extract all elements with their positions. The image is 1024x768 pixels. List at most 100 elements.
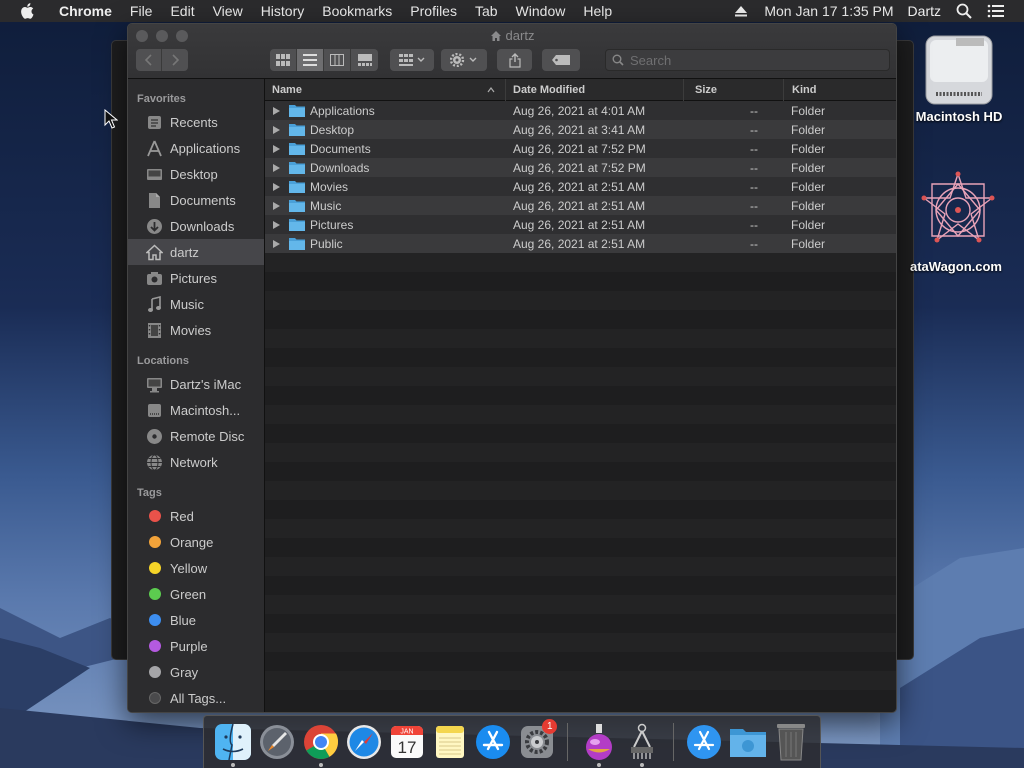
desktop-icon-label: ataWagon.com	[910, 259, 1002, 274]
menu-bookmarks[interactable]: Bookmarks	[313, 3, 401, 19]
column-header-kind[interactable]: Kind	[784, 79, 896, 101]
menu-view[interactable]: View	[204, 3, 252, 19]
sidebar-tag-purple[interactable]: Purple	[128, 633, 264, 659]
forward-button[interactable]	[162, 49, 188, 71]
disclosure-triangle-icon[interactable]	[273, 144, 280, 153]
dock-launchpad[interactable]	[258, 723, 296, 761]
sidebar-tag-orange[interactable]: Orange	[128, 529, 264, 555]
notification-center-icon[interactable]	[987, 3, 1005, 19]
sidebar-tag-gray[interactable]: Gray	[128, 659, 264, 685]
menu-app-name[interactable]: Chrome	[50, 3, 121, 19]
column-view-button[interactable]	[324, 49, 351, 71]
menu-edit[interactable]: Edit	[161, 3, 203, 19]
sidebar-tag-blue[interactable]: Blue	[128, 607, 264, 633]
menu-window[interactable]: Window	[507, 3, 575, 19]
share-button[interactable]	[497, 49, 532, 71]
applications-icon	[145, 139, 164, 158]
desktop-icon-macintosh-hd[interactable]: Macintosh HD	[910, 32, 1008, 124]
back-button[interactable]	[136, 49, 162, 71]
disclosure-triangle-icon[interactable]	[273, 182, 280, 191]
menubar-user[interactable]: Dartz	[901, 3, 948, 19]
table-row[interactable]: Downloads Aug 26, 2021 at 7:52 PM -- Folder	[265, 158, 896, 177]
sidebar-item-recents[interactable]: Recents	[128, 109, 264, 135]
chevron-right-icon	[172, 54, 180, 66]
disclosure-triangle-icon[interactable]	[273, 201, 280, 210]
desktop-icon-datawagon[interactable]: ataWagon.com	[910, 170, 1020, 274]
menu-profiles[interactable]: Profiles	[401, 3, 466, 19]
sidebar-item-imac[interactable]: Dartz's iMac	[128, 371, 264, 397]
group-by-button[interactable]	[390, 49, 434, 71]
menu-help[interactable]: Help	[574, 3, 621, 19]
disclosure-triangle-icon[interactable]	[273, 106, 280, 115]
disclosure-triangle-icon[interactable]	[273, 125, 280, 134]
sidebar-item-movies[interactable]: Movies	[128, 317, 264, 343]
table-row[interactable]: Applications Aug 26, 2021 at 4:01 AM -- Fol…	[265, 101, 896, 120]
sidebar-item-dartz[interactable]: dartz	[128, 239, 264, 265]
finder-window[interactable]: dartz Favorites Recents	[127, 23, 897, 713]
edit-tags-button[interactable]	[542, 49, 580, 71]
disclosure-triangle-icon[interactable]	[273, 163, 280, 172]
dock-finder[interactable]	[214, 723, 252, 767]
search-field[interactable]	[605, 49, 890, 71]
sidebar-tag-yellow[interactable]: Yellow	[128, 555, 264, 581]
imac-icon	[145, 375, 164, 394]
column-header-date[interactable]: Date Modified	[506, 78, 684, 101]
disclosure-triangle-icon[interactable]	[273, 220, 280, 229]
table-row[interactable]: Documents Aug 26, 2021 at 7:52 PM -- Folder	[265, 139, 896, 158]
gallery-view-button[interactable]	[351, 49, 378, 71]
table-row[interactable]: Public Aug 26, 2021 at 2:51 AM -- Folder	[265, 234, 896, 253]
dock-trash[interactable]	[773, 723, 810, 761]
action-button[interactable]	[441, 49, 487, 71]
table-row[interactable]: Pictures Aug 26, 2021 at 2:51 AM -- Folder	[265, 215, 896, 234]
menu-file[interactable]: File	[121, 3, 162, 19]
disclosure-triangle-icon[interactable]	[273, 239, 280, 248]
sidebar-tag-red[interactable]: Red	[128, 503, 264, 529]
eject-icon[interactable]	[732, 3, 750, 19]
dock-notes[interactable]	[432, 723, 469, 761]
dock-app-store-download[interactable]	[686, 723, 723, 761]
column-header-name[interactable]: Name	[265, 78, 506, 101]
dock-chrome[interactable]	[302, 723, 339, 767]
sidebar-header-favorites: Favorites	[137, 93, 186, 105]
sidebar-item-label: Macintosh...	[170, 402, 241, 418]
sidebar-item-macintosh-hd[interactable]: Macintosh...	[128, 397, 264, 423]
table-row[interactable]: Music Aug 26, 2021 at 2:51 AM -- Folder	[265, 196, 896, 215]
dock-downloads-folder[interactable]	[729, 723, 767, 761]
download-icon	[145, 217, 164, 236]
file-kind: Folder	[791, 236, 826, 251]
search-input[interactable]	[630, 52, 870, 68]
dock-system-preferences[interactable]: 1	[518, 719, 558, 761]
table-row[interactable]: Movies Aug 26, 2021 at 2:51 AM -- Folder	[265, 177, 896, 196]
dock-installer[interactable]	[580, 723, 617, 767]
sidebar-item-documents[interactable]: Documents	[128, 187, 264, 213]
sidebar-item-label: Recents	[170, 114, 218, 130]
menubar-clock[interactable]: Mon Jan 17 1:35 PM	[757, 3, 900, 19]
sidebar-item-network[interactable]: Network	[128, 449, 264, 475]
sidebar-item-label: Pictures	[170, 270, 217, 286]
dock-separator	[567, 723, 569, 761]
sidebar-item-music[interactable]: Music	[128, 291, 264, 317]
sidebar-item-downloads[interactable]: Downloads	[128, 213, 264, 239]
icon-view-button[interactable]	[270, 49, 297, 71]
sidebar-item-pictures[interactable]: Pictures	[128, 265, 264, 291]
dock-app-store[interactable]	[475, 723, 512, 761]
file-date: Aug 26, 2021 at 2:51 AM	[513, 236, 646, 251]
menu-tab[interactable]: Tab	[466, 3, 507, 19]
sidebar-tag-all-tags[interactable]: All Tags...	[128, 685, 264, 711]
dock-screenshot-tool[interactable]	[623, 723, 660, 767]
table-row[interactable]: Desktop Aug 26, 2021 at 3:41 AM -- Folder	[265, 120, 896, 139]
sidebar-item-applications[interactable]: Applications	[128, 135, 264, 161]
dock-safari[interactable]	[345, 723, 382, 761]
empty-list-area[interactable]	[265, 253, 896, 709]
sidebar-item-desktop[interactable]: Desktop	[128, 161, 264, 187]
list-view-button[interactable]	[297, 49, 324, 71]
network-globe-icon	[145, 453, 164, 472]
dock-calendar[interactable]: JAN 17	[388, 723, 425, 761]
apple-logo-icon[interactable]	[18, 1, 38, 21]
sidebar-item-remote-disc[interactable]: Remote Disc	[128, 423, 264, 449]
menu-history[interactable]: History	[252, 3, 314, 19]
column-header-size[interactable]: Size	[684, 78, 784, 101]
spotlight-search-icon[interactable]	[955, 3, 973, 19]
sidebar-item-label: Red	[170, 508, 194, 524]
sidebar-tag-green[interactable]: Green	[128, 581, 264, 607]
